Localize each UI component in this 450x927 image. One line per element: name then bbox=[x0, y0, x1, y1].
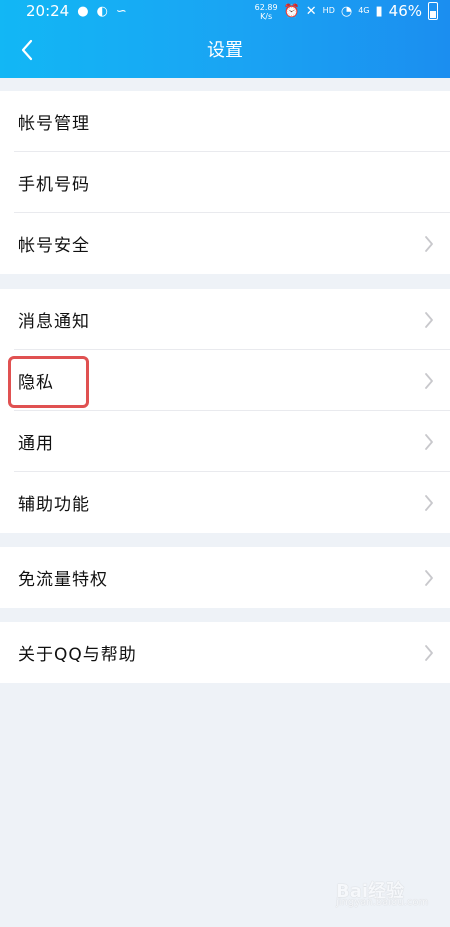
settings-item-label: 帐号管理 bbox=[18, 114, 90, 134]
settings-item-general[interactable]: 通用 bbox=[0, 411, 450, 472]
settings-item-label: 辅助功能 bbox=[18, 495, 90, 515]
chevron-right-icon bbox=[425, 235, 433, 252]
chevron-right-icon bbox=[425, 569, 433, 586]
network-speed: 62.89 K/s bbox=[255, 3, 278, 21]
privacy-highlight-box bbox=[8, 356, 89, 408]
signal-icon: ▮ bbox=[375, 3, 383, 19]
top-header: 20:24 ● ◐ ∽ 62.89 K/s ⏰ ✕ HD ◔ 4G ▮ 46% … bbox=[0, 0, 450, 78]
settings-item-free-data[interactable]: 免流量特权 bbox=[0, 547, 450, 608]
app-icon: ◐ bbox=[96, 3, 108, 19]
settings-item-notifications[interactable]: 消息通知 bbox=[0, 289, 450, 350]
settings-section-data: 免流量特权 bbox=[0, 547, 450, 608]
battery-icon bbox=[428, 2, 438, 20]
settings-item-label: 帐号安全 bbox=[18, 236, 90, 256]
status-left: 20:24 ● ◐ ∽ bbox=[26, 0, 127, 22]
settings-item-accessibility[interactable]: 辅助功能 bbox=[0, 472, 450, 533]
settings-section-account: 帐号管理 手机号码 帐号安全 bbox=[0, 91, 450, 274]
chevron-right-icon bbox=[425, 494, 433, 511]
settings-item-label: 消息通知 bbox=[18, 312, 90, 332]
signal-4g-label: 4G bbox=[358, 6, 370, 15]
settings-item-label: 关于QQ与帮助 bbox=[18, 645, 137, 665]
watermark-sub-text: jingyan.baidu.com bbox=[336, 897, 429, 908]
mute-icon: ✕ bbox=[305, 3, 317, 19]
chevron-right-icon bbox=[425, 372, 433, 389]
settings-section-about: 关于QQ与帮助 bbox=[0, 622, 450, 683]
settings-section-general: 消息通知 隐私 通用 辅助功能 bbox=[0, 289, 450, 533]
hd-badge: HD bbox=[322, 6, 335, 15]
chevron-right-icon bbox=[425, 311, 433, 328]
status-time: 20:24 bbox=[26, 2, 70, 20]
wifi-icon: ◔ bbox=[340, 3, 353, 19]
wechat-icon: ● bbox=[77, 3, 89, 19]
settings-item-account-management[interactable]: 帐号管理 bbox=[0, 91, 450, 152]
link-icon: ∽ bbox=[115, 3, 127, 19]
chevron-right-icon bbox=[425, 433, 433, 450]
baidu-watermark: Bai经验 jingyan.baidu.com bbox=[336, 877, 436, 915]
settings-item-label: 手机号码 bbox=[18, 175, 90, 195]
settings-item-label: 通用 bbox=[18, 434, 54, 454]
alarm-icon: ⏰ bbox=[283, 3, 300, 19]
settings-item-label: 免流量特权 bbox=[18, 570, 108, 590]
settings-item-about-help[interactable]: 关于QQ与帮助 bbox=[0, 622, 450, 683]
chevron-right-icon bbox=[425, 644, 433, 661]
network-speed-value: 62.89 bbox=[254, 2, 278, 12]
settings-item-phone-number[interactable]: 手机号码 bbox=[0, 152, 450, 213]
network-speed-unit: K/s bbox=[260, 11, 273, 21]
status-bar: 20:24 ● ◐ ∽ 62.89 K/s ⏰ ✕ HD ◔ 4G ▮ 46% bbox=[0, 0, 450, 22]
page-title: 设置 bbox=[207, 40, 243, 61]
settings-item-account-security[interactable]: 帐号安全 bbox=[0, 213, 450, 274]
battery-percentage: 46% bbox=[388, 2, 422, 20]
status-right: 62.89 K/s ⏰ ✕ HD ◔ 4G ▮ 46% bbox=[255, 0, 438, 22]
